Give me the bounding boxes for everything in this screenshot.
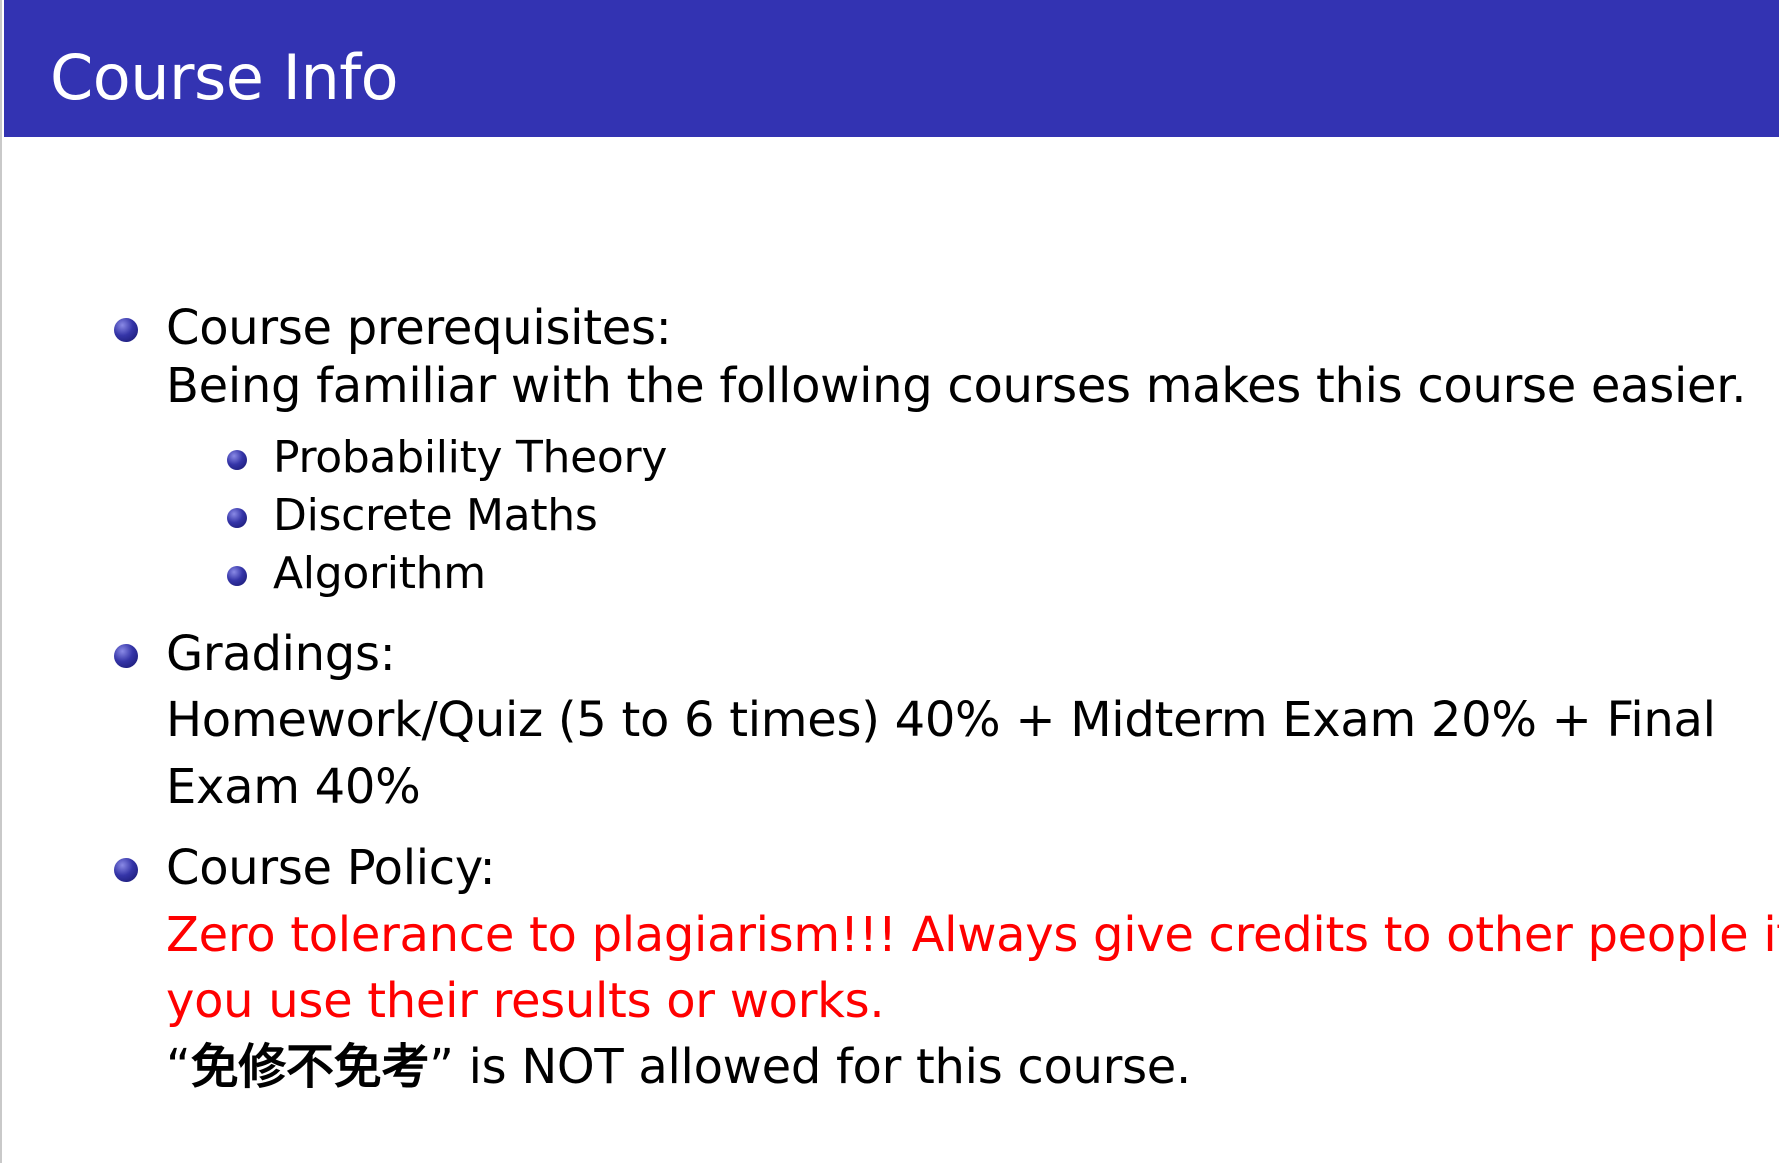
- exemption-term: 免修不免考: [190, 1039, 430, 1095]
- bullet-icon: [114, 318, 138, 342]
- bullet-icon: [114, 858, 138, 882]
- plagiarism-warning-line1: Zero tolerance to plagiarism!!! Always g…: [166, 907, 1779, 963]
- prerequisites-label: Course prerequisites:: [166, 300, 672, 356]
- bullet-icon: [114, 644, 138, 668]
- sub-bullet-icon: [227, 450, 247, 470]
- gradings-text-line2: Exam 40%: [166, 759, 421, 815]
- plagiarism-warning-line2: you use their results or works.: [166, 973, 885, 1029]
- prerequisites-text: Being familiar with the following course…: [166, 358, 1747, 414]
- open-quote: “: [166, 1039, 191, 1095]
- policy-label: Course Policy:: [166, 840, 496, 896]
- sub-bullet-icon: [227, 508, 247, 528]
- prerequisite-item: Discrete Maths: [273, 490, 598, 541]
- gradings-label: Gradings:: [166, 626, 396, 682]
- prerequisite-item: Algorithm: [273, 548, 486, 599]
- slide-content: Course prerequisites: Being familiar wit…: [2, 0, 1779, 1163]
- exemption-note-text: ” is NOT allowed for this course.: [429, 1039, 1191, 1095]
- slide: Course Info Course prerequisites: Being …: [0, 0, 1779, 1163]
- sub-bullet-icon: [227, 566, 247, 586]
- prerequisite-item: Probability Theory: [273, 432, 668, 483]
- gradings-text-line1: Homework/Quiz (5 to 6 times) 40% + Midte…: [166, 692, 1716, 748]
- exam-exemption-note: “免修不免考” is NOT allowed for this course.: [166, 1037, 1191, 1097]
